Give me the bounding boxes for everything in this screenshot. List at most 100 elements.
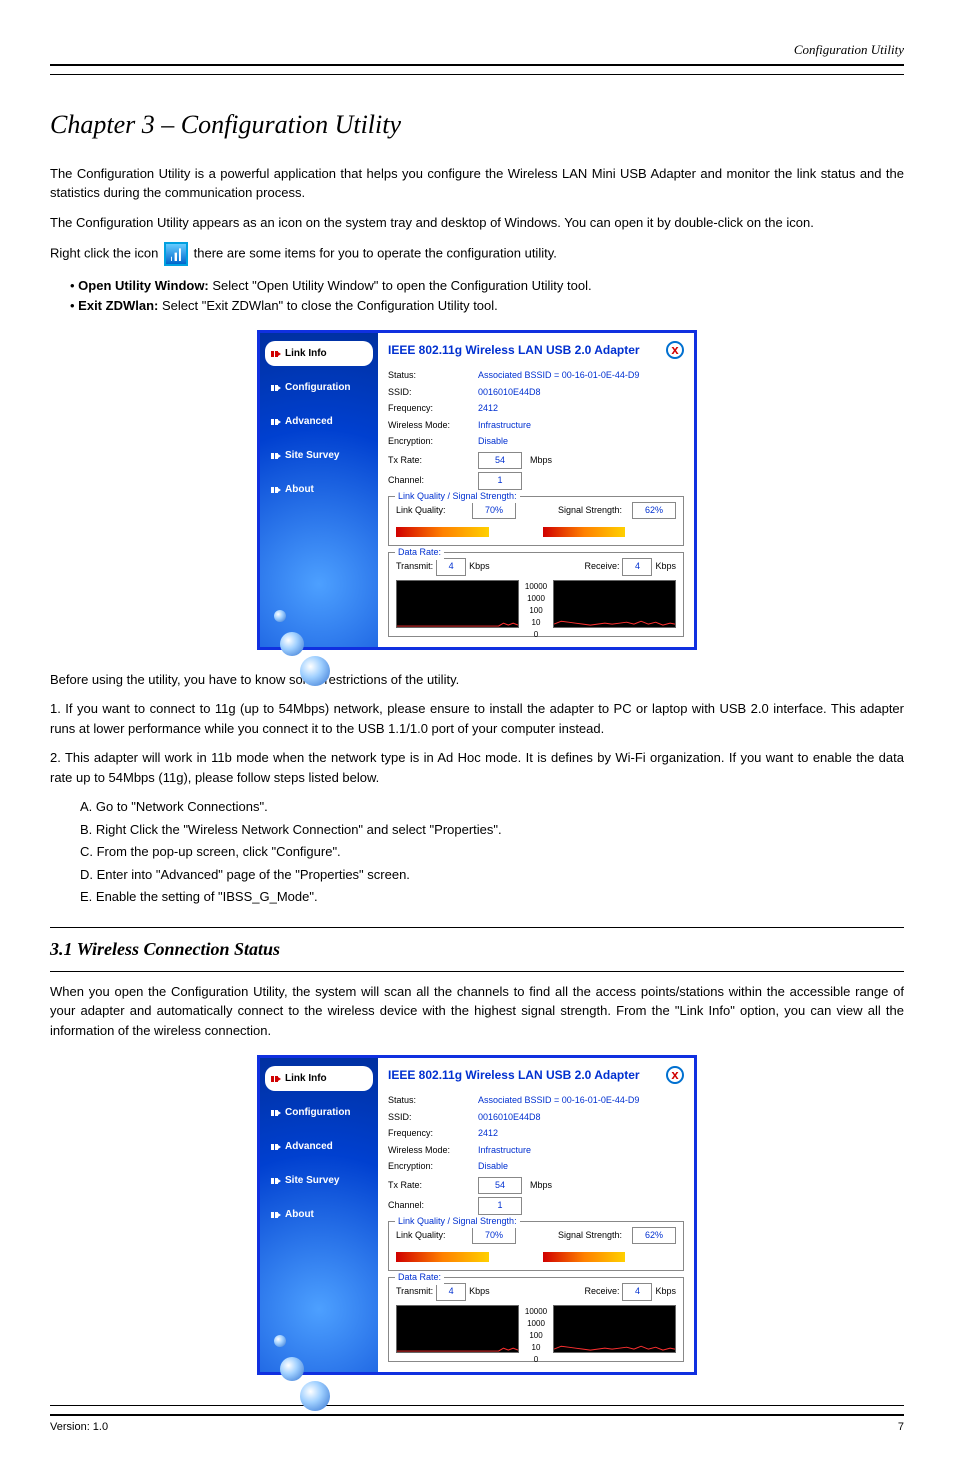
transmit-value: 4	[436, 558, 466, 576]
txrate-unit: Mbps	[530, 454, 552, 468]
transmit-value: 4	[436, 1283, 466, 1301]
screenshot-title: IEEE 802.11g Wireless LAN USB 2.0 Adapte…	[388, 341, 640, 359]
mode-label: Wireless Mode:	[388, 419, 478, 433]
graph-yscale: 10000 1000 100 10 0	[521, 1305, 551, 1353]
header-rule-1	[50, 64, 904, 66]
transmit-label: Transmit:	[396, 1285, 433, 1299]
transmit-label: Transmit:	[396, 560, 433, 574]
link-quality-bar	[396, 527, 489, 537]
nav-bullet-icon	[271, 451, 281, 461]
sidebar-item-label: Link Info	[285, 346, 327, 361]
section-3-1-body: When you open the Configuration Utility,…	[50, 982, 904, 1041]
channel-label: Channel:	[388, 1199, 478, 1213]
receive-unit: Kbps	[655, 1285, 676, 1299]
substep: A. Go to "Network Connections".	[80, 797, 904, 817]
quality-group-title: Link Quality / Signal Strength:	[395, 490, 520, 504]
receive-value: 4	[622, 558, 652, 576]
frequency-label: Frequency:	[388, 402, 478, 416]
header-right-label: Configuration Utility	[50, 40, 904, 60]
encryption-value: Disable	[478, 1160, 684, 1174]
close-button[interactable]: x	[666, 341, 684, 359]
ssid-label: SSID:	[388, 386, 478, 400]
receive-value: 4	[622, 1283, 652, 1301]
datarate-group: Data Rate: Transmit: 4 Kbps Receive: 4 K…	[388, 1277, 684, 1362]
frequency-value: 2412	[478, 402, 684, 416]
utility-screenshot-2: Link Info Configuration Advanced Site Su…	[257, 1055, 697, 1375]
section-3-1-header: 3.1 Wireless Connection Status	[50, 927, 904, 972]
sidebar-item-site-survey[interactable]: Site Survey	[265, 443, 373, 468]
signal-strength-value: 62%	[632, 502, 676, 520]
sidebar-item-label: Site Survey	[285, 1173, 339, 1188]
intro-paragraph-1: The Configuration Utility is a powerful …	[50, 164, 904, 203]
sidebar-item-site-survey[interactable]: Site Survey	[265, 1168, 373, 1193]
utility-options-list: • Open Utility Window: Select "Open Util…	[70, 276, 904, 315]
txrate-label: Tx Rate:	[388, 1179, 478, 1193]
receive-label: Receive:	[584, 1285, 619, 1299]
substep: E. Enable the setting of "IBSS_G_Mode".	[80, 887, 904, 907]
nav-bullet-icon	[271, 1108, 281, 1118]
quality-group: Link Quality / Signal Strength: Link Qua…	[388, 496, 684, 547]
sidebar-item-link-info[interactable]: Link Info	[265, 1066, 373, 1091]
substep: D. Enter into "Advanced" page of the "Pr…	[80, 865, 904, 885]
sidebar-item-label: Advanced	[285, 1139, 333, 1154]
txrate-label: Tx Rate:	[388, 454, 478, 468]
substep: C. From the pop-up screen, click "Config…	[80, 842, 904, 862]
transmit-graph	[396, 580, 519, 628]
header-rule-2	[50, 74, 904, 75]
link-quality-label: Link Quality:	[396, 504, 468, 518]
sidebar-item-label: Configuration	[285, 1105, 351, 1120]
receive-graph	[553, 580, 676, 628]
sidebar-item-label: About	[285, 482, 314, 497]
section-3-1-title: 3.1 Wireless Connection Status	[50, 936, 904, 963]
signal-strength-label: Signal Strength:	[558, 504, 622, 518]
status-label: Status:	[388, 369, 478, 383]
utility-screenshot-1: Link Info Configuration Advanced Site Su…	[257, 330, 697, 650]
sidebar-item-label: Site Survey	[285, 448, 339, 463]
close-button[interactable]: x	[666, 1066, 684, 1084]
nav-bullet-icon	[271, 1210, 281, 1220]
substep: B. Right Click the "Wireless Network Con…	[80, 820, 904, 840]
screenshot-main: IEEE 802.11g Wireless LAN USB 2.0 Adapte…	[378, 1058, 694, 1372]
signal-strength-bar	[543, 1252, 625, 1262]
sidebar-item-advanced[interactable]: Advanced	[265, 1134, 373, 1159]
sidebar-item-link-info[interactable]: Link Info	[265, 341, 373, 366]
ssid-label: SSID:	[388, 1111, 478, 1125]
sidebar-item-label: Configuration	[285, 380, 351, 395]
quality-group: Link Quality / Signal Strength: Link Qua…	[388, 1221, 684, 1272]
signal-strength-label: Signal Strength:	[558, 1229, 622, 1243]
transmit-unit: Kbps	[469, 1285, 490, 1299]
footer-version: Version: 1.0	[50, 1419, 108, 1436]
channel-value: 1	[478, 1197, 522, 1215]
substeps-list: A. Go to "Network Connections". B. Right…	[80, 797, 904, 907]
page-footer: Version: 1.0 7	[50, 1405, 904, 1436]
transmit-unit: Kbps	[469, 560, 490, 574]
screenshot-title: IEEE 802.11g Wireless LAN USB 2.0 Adapte…	[388, 1066, 640, 1084]
datarate-group-title: Data Rate:	[395, 1271, 444, 1285]
nav-bullet-icon	[271, 1176, 281, 1186]
sidebar-item-about[interactable]: About	[265, 1202, 373, 1227]
restrictions-note: Before using the utility, you have to kn…	[50, 670, 904, 690]
status-value: Associated BSSID = 00-16-01-0E-44-D9	[478, 1094, 684, 1108]
receive-label: Receive:	[584, 560, 619, 574]
mode-label: Wireless Mode:	[388, 1144, 478, 1158]
link-quality-label: Link Quality:	[396, 1229, 468, 1243]
sidebar-item-configuration[interactable]: Configuration	[265, 375, 373, 400]
intro-paragraph-2: The Configuration Utility appears as an …	[50, 213, 904, 233]
datarate-group-title: Data Rate:	[395, 546, 444, 560]
list-item: • Exit ZDWlan: Select "Exit ZDWlan" to c…	[70, 296, 904, 316]
sidebar-item-configuration[interactable]: Configuration	[265, 1100, 373, 1125]
link-quality-bar	[396, 1252, 489, 1262]
chapter-title: Chapter 3 – Configuration Utility	[50, 105, 904, 144]
sidebar-item-advanced[interactable]: Advanced	[265, 409, 373, 434]
receive-graph	[553, 1305, 676, 1353]
screenshot-sidebar: Link Info Configuration Advanced Site Su…	[260, 333, 378, 647]
sidebar-item-about[interactable]: About	[265, 477, 373, 502]
nav-bullet-icon	[271, 417, 281, 427]
encryption-label: Encryption:	[388, 435, 478, 449]
nav-bullet-icon	[271, 1142, 281, 1152]
tray-bars-icon	[164, 242, 188, 266]
frequency-value: 2412	[478, 1127, 684, 1141]
quality-group-title: Link Quality / Signal Strength:	[395, 1215, 520, 1229]
channel-value: 1	[478, 472, 522, 490]
screenshot-sidebar: Link Info Configuration Advanced Site Su…	[260, 1058, 378, 1372]
